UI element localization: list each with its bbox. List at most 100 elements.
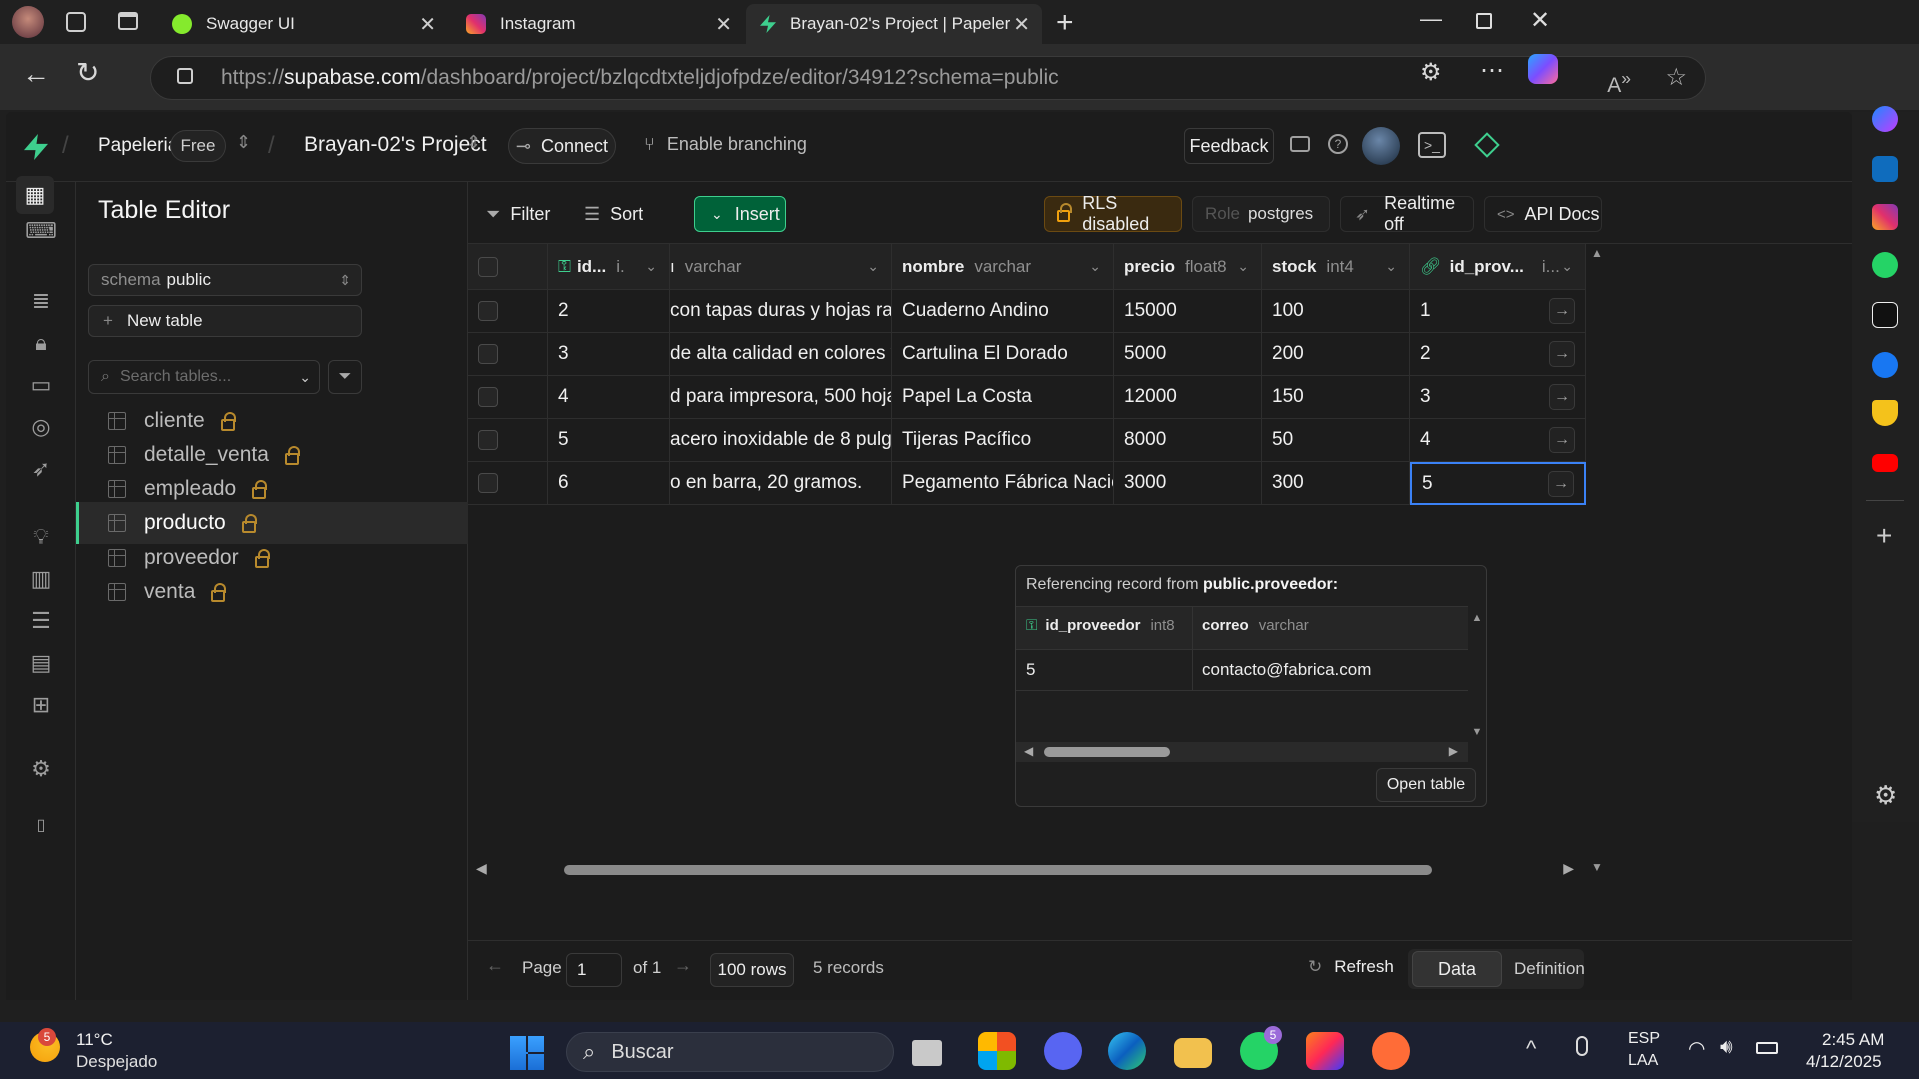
supabase-logo-icon[interactable] [24, 134, 48, 160]
file-explorer-icon[interactable] [1174, 1038, 1212, 1068]
volume-icon[interactable]: 🔊︎ [1720, 1036, 1733, 1059]
filter-tables-button[interactable]: ⏷ [328, 360, 362, 394]
cell-id-proveedor[interactable]: 4 → [1410, 419, 1586, 462]
edge-browser-icon[interactable] [1108, 1032, 1146, 1070]
project-switcher-chevron-icon[interactable]: ⇕ [466, 132, 481, 153]
page-input[interactable]: 1 [566, 953, 622, 987]
cell-id[interactable]: 4 [548, 376, 670, 419]
favorite-star-icon[interactable]: ☆ [1665, 57, 1687, 99]
cell-stock[interactable]: 300 [1262, 462, 1410, 505]
sql-editor-icon[interactable]: ⌨ [25, 216, 57, 246]
close-icon[interactable]: ✕ [715, 12, 732, 37]
storage-icon[interactable]: ▭ [26, 370, 56, 400]
instagram-icon[interactable] [1872, 204, 1898, 230]
chevron-down-icon[interactable]: ⌄ [1561, 258, 1573, 275]
cell-id-proveedor[interactable]: 3 → [1410, 376, 1586, 419]
workspaces-icon[interactable] [66, 12, 86, 32]
popover-vertical-scrollbar[interactable]: ▲ ▼ [1468, 606, 1486, 742]
feedback-button[interactable]: Feedback [1184, 128, 1274, 164]
column-header-stock[interactable]: stock int4 ⌄ [1262, 244, 1410, 290]
edge-functions-icon[interactable]: ◎ [26, 412, 56, 442]
user-avatar[interactable] [1362, 127, 1400, 165]
schema-selector[interactable]: schema public ⇕ [88, 264, 362, 296]
api-docs-icon[interactable]: ▤ [26, 648, 56, 678]
close-icon[interactable]: ✕ [419, 12, 436, 37]
outlook-icon[interactable] [1872, 156, 1898, 182]
search-tables-input[interactable]: ⌕ Search tables... ⌄ [88, 360, 320, 394]
database-icon[interactable]: ≣ [26, 286, 56, 316]
realtime-button[interactable]: ➶ Realtime off [1340, 193, 1474, 234]
scroll-down-arrow-icon[interactable]: ▼ [1468, 726, 1486, 738]
wifi-icon[interactable]: ◠ [1688, 1036, 1705, 1061]
cell-descripcion[interactable]: de alta calidad en colores variad [670, 333, 892, 376]
previous-page-icon[interactable]: ← [486, 955, 504, 976]
sidebar-item-venta[interactable]: venta [76, 571, 468, 613]
extensions-icon[interactable]: ⚙ [1420, 58, 1442, 87]
table-row-checkbox[interactable] [468, 290, 548, 333]
close-icon[interactable]: ✕ [1013, 11, 1030, 37]
org-name[interactable]: Papeleria [98, 135, 178, 157]
refresh-button[interactable]: ↻ Refresh [1308, 957, 1394, 977]
column-header-id[interactable]: ⚿ id... i. ⌄ [548, 244, 670, 290]
filter-button[interactable]: ⏷ Filter [486, 196, 550, 232]
chevron-down-icon[interactable]: ⌄ [645, 258, 657, 275]
collapse-sidebar-icon[interactable]: ▯ [26, 810, 56, 840]
cell-id[interactable]: 6 [548, 462, 670, 505]
cell-nombre[interactable]: Pegamento Fábrica Nacional [892, 462, 1114, 505]
select-all-checkbox[interactable] [478, 256, 498, 277]
scroll-up-arrow-icon[interactable]: ▲ [1588, 246, 1606, 260]
scroll-right-arrow-icon[interactable]: ▶ [1449, 744, 1458, 758]
weather-temp[interactable]: 11°C [76, 1030, 113, 1050]
more-icon[interactable]: ⋯ [1480, 56, 1504, 85]
cell-nombre[interactable]: Cuaderno Andino [892, 290, 1114, 333]
scroll-right-arrow-icon[interactable]: ▶ [1563, 860, 1574, 877]
settings-icon[interactable]: ⚙ [1874, 780, 1897, 811]
column-header-precio[interactable]: precio float8 ⌄ [1114, 244, 1262, 290]
facebook-icon[interactable] [1872, 352, 1898, 378]
table-row-checkbox[interactable] [468, 333, 548, 376]
connect-button[interactable]: ⊸ Connect [508, 128, 616, 164]
assistant-icon[interactable] [1474, 132, 1500, 158]
rows-per-page-selector[interactable]: 100 rows [710, 953, 794, 987]
battery-icon[interactable] [1756, 1042, 1778, 1054]
insert-button[interactable]: ⌄ Insert [694, 196, 786, 232]
next-page-icon[interactable]: → [674, 955, 692, 976]
table-row-checkbox[interactable] [468, 462, 548, 505]
rls-disabled-button[interactable]: RLS disabled [1044, 193, 1182, 234]
popover-cell-correo[interactable]: contacto@fabrica.com [1202, 660, 1371, 680]
scroll-down-arrow-icon[interactable]: ▼ [1588, 860, 1606, 874]
auth-icon[interactable]: 🔒︎ [26, 328, 56, 358]
cell-nombre[interactable]: Tijeras Pacífico [892, 419, 1114, 462]
chevron-double-down-icon[interactable]: ⌄ [299, 369, 311, 386]
language-top[interactable]: ESP [1628, 1030, 1660, 1048]
back-icon[interactable]: ← [22, 58, 50, 90]
cell-nombre[interactable]: Cartulina El Dorado [892, 333, 1114, 376]
help-icon[interactable]: ? [1328, 134, 1348, 154]
cell-id[interactable]: 5 [548, 419, 670, 462]
open-table-button[interactable]: Open table [1376, 768, 1476, 802]
clock-time[interactable]: 2:45 AM [1822, 1030, 1884, 1050]
add-icon[interactable]: + [1876, 520, 1892, 552]
enable-branching-button[interactable]: ⑂ Enable branching [644, 134, 807, 155]
chatgpt-icon[interactable] [1872, 302, 1898, 328]
table-editor-icon[interactable]: ▦ [16, 176, 54, 214]
arrow-right-icon[interactable]: → [1549, 384, 1575, 410]
column-header-descripcion[interactable]: ı varchar ⌄ [670, 244, 892, 290]
url-field[interactable]: https://supabase.com/dashboard/project/b… [150, 56, 1706, 100]
arrow-right-icon[interactable]: → [1548, 470, 1574, 497]
new-tab-button[interactable]: + [1056, 6, 1074, 40]
project-name[interactable]: Brayan-02's Project [304, 133, 487, 157]
tab-data[interactable]: Data [1412, 951, 1502, 987]
cell-descripcion[interactable]: con tapas duras y hojas rayadas [670, 290, 892, 333]
role-selector[interactable]: Role postgres [1192, 196, 1330, 232]
restore-button[interactable] [1476, 13, 1492, 29]
chevron-down-icon[interactable]: ⌄ [1089, 258, 1101, 275]
chevron-down-icon[interactable]: ⌄ [867, 258, 879, 275]
messenger-icon[interactable] [1872, 106, 1898, 132]
sort-button[interactable]: ☰ Sort [584, 196, 643, 232]
cell-precio[interactable]: 5000 [1114, 333, 1262, 376]
inbox-icon[interactable] [1290, 136, 1310, 152]
new-table-button[interactable]: + New table [88, 305, 362, 337]
cell-precio[interactable]: 8000 [1114, 419, 1262, 462]
rewards-icon[interactable] [1872, 400, 1898, 426]
